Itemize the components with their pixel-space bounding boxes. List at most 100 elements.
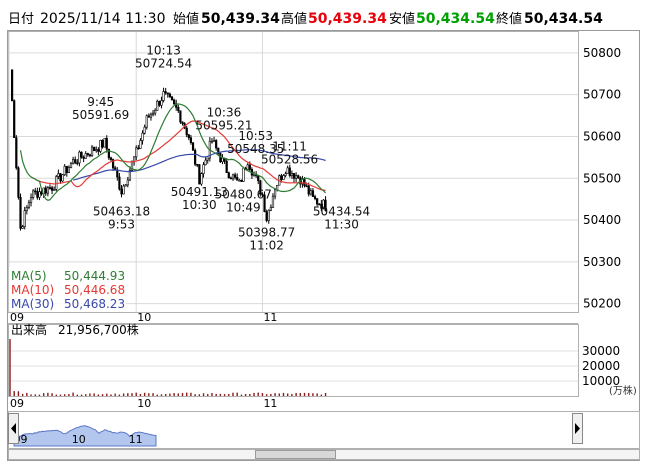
- candle-body: [164, 91, 167, 94]
- volume-xtick-label: 09: [10, 397, 24, 410]
- candle-body: [194, 150, 197, 165]
- volume-bar: [34, 394, 36, 396]
- volume-bar: [110, 394, 112, 396]
- volume-bar: [72, 392, 74, 396]
- candle-body: [179, 110, 182, 123]
- candle-body: [59, 173, 62, 182]
- volume-bar: [89, 393, 91, 396]
- volume-bar: [76, 394, 79, 396]
- candle-body: [307, 185, 310, 195]
- candle-body: [189, 137, 193, 143]
- candle-body: [282, 175, 285, 180]
- volume-bar: [257, 392, 259, 396]
- annotation-time: 10:36: [207, 105, 242, 119]
- volume-bar: [42, 393, 45, 396]
- volume-bar: [30, 394, 32, 396]
- volume-bar: [320, 394, 323, 396]
- volume-bar: [38, 394, 41, 396]
- ma30-value: 50,468.23: [64, 297, 125, 311]
- volume-total: 21,956,700株: [58, 322, 139, 337]
- candle-body: [200, 173, 203, 185]
- ma-legend: MA(5) 50,444.93 MA(10) 50,446.68 MA(30) …: [9, 267, 126, 311]
- annotation-time: 11:11: [272, 139, 307, 153]
- volume-bar: [228, 393, 230, 396]
- scroll-left-button[interactable]: [8, 413, 19, 444]
- scroll-right-button[interactable]: [572, 413, 583, 444]
- annotation-time: 9:45: [87, 95, 114, 109]
- candle-body: [181, 121, 184, 124]
- candle-body: [231, 174, 235, 180]
- volume-xtick-label: 11: [263, 397, 277, 410]
- volume-bar: [13, 391, 15, 396]
- candle-body: [288, 167, 291, 176]
- price-tick-label: 50200: [583, 297, 621, 311]
- candle-body: [162, 91, 165, 101]
- volume-bar: [190, 392, 192, 396]
- volume-bar: [303, 392, 306, 396]
- volume-bar: [177, 393, 179, 396]
- open-value: 50,439.34: [201, 11, 280, 27]
- price-tick-label: 50500: [583, 171, 621, 185]
- price-tick-label: 50700: [583, 88, 621, 102]
- candle-body: [19, 197, 22, 229]
- volume-bar: [253, 392, 255, 396]
- candle-body: [187, 134, 190, 139]
- volume-bar: [47, 392, 49, 396]
- candle-body: [97, 149, 100, 152]
- candle-body: [286, 167, 289, 174]
- candle-body: [212, 140, 216, 142]
- candle-body: [135, 147, 138, 158]
- candle-body: [227, 172, 230, 179]
- candle-body: [280, 175, 283, 180]
- volume-bar: [181, 393, 184, 396]
- ma5-value: 50,444.93: [64, 269, 125, 283]
- volume-bar: [17, 391, 20, 396]
- candle-body: [170, 96, 174, 101]
- price-tick-label: 50800: [583, 46, 621, 60]
- volume-bar: [316, 393, 318, 396]
- volume-bar: [9, 339, 11, 396]
- price-xtick-label: 11: [263, 311, 277, 324]
- candle-body: [82, 156, 85, 159]
- label-open: 始値: [173, 11, 199, 27]
- candle-body: [126, 179, 129, 186]
- ma10-label: MA(10): [11, 283, 54, 297]
- candle-body: [172, 99, 176, 105]
- annotation-value: 50480.67: [215, 187, 272, 201]
- candle-body: [198, 164, 201, 185]
- volume-bar: [101, 394, 104, 396]
- volume-bar: [173, 393, 175, 396]
- scrollbar-thumb[interactable]: [255, 450, 336, 459]
- candle-body: [69, 163, 73, 168]
- candle-body: [118, 176, 121, 190]
- candle-body: [139, 140, 142, 149]
- candle-body: [101, 139, 104, 148]
- volume-bar: [21, 393, 24, 396]
- volume-xaxis-labels: 09 10 11: [10, 397, 277, 410]
- candle-body: [151, 112, 155, 115]
- candle-body: [61, 174, 64, 182]
- volume-unit: (万株): [609, 384, 637, 397]
- candle-body: [257, 175, 260, 182]
- candle-body: [80, 151, 83, 158]
- annotation-value: 50463.18: [93, 205, 150, 219]
- candle-body: [295, 175, 298, 179]
- volume-bar: [156, 394, 158, 396]
- annotation-time: 10:53: [238, 129, 273, 143]
- volume-bar: [282, 392, 285, 396]
- volume-bar: [270, 393, 272, 396]
- volume-bar: [299, 393, 302, 396]
- candle-body: [269, 207, 272, 211]
- volume-bar: [207, 394, 209, 396]
- close-value: 50,434.54: [524, 11, 603, 27]
- candle-body: [248, 164, 251, 170]
- label-datetime: 日付: [8, 12, 34, 27]
- volume-bar: [202, 393, 205, 396]
- volume-bar: [219, 393, 222, 396]
- candle-body: [13, 100, 16, 138]
- candle-body: [72, 159, 75, 164]
- candle-body: [154, 110, 157, 114]
- candle-body: [137, 147, 140, 150]
- volume-bar: [295, 392, 297, 396]
- volume-bar: [265, 394, 268, 396]
